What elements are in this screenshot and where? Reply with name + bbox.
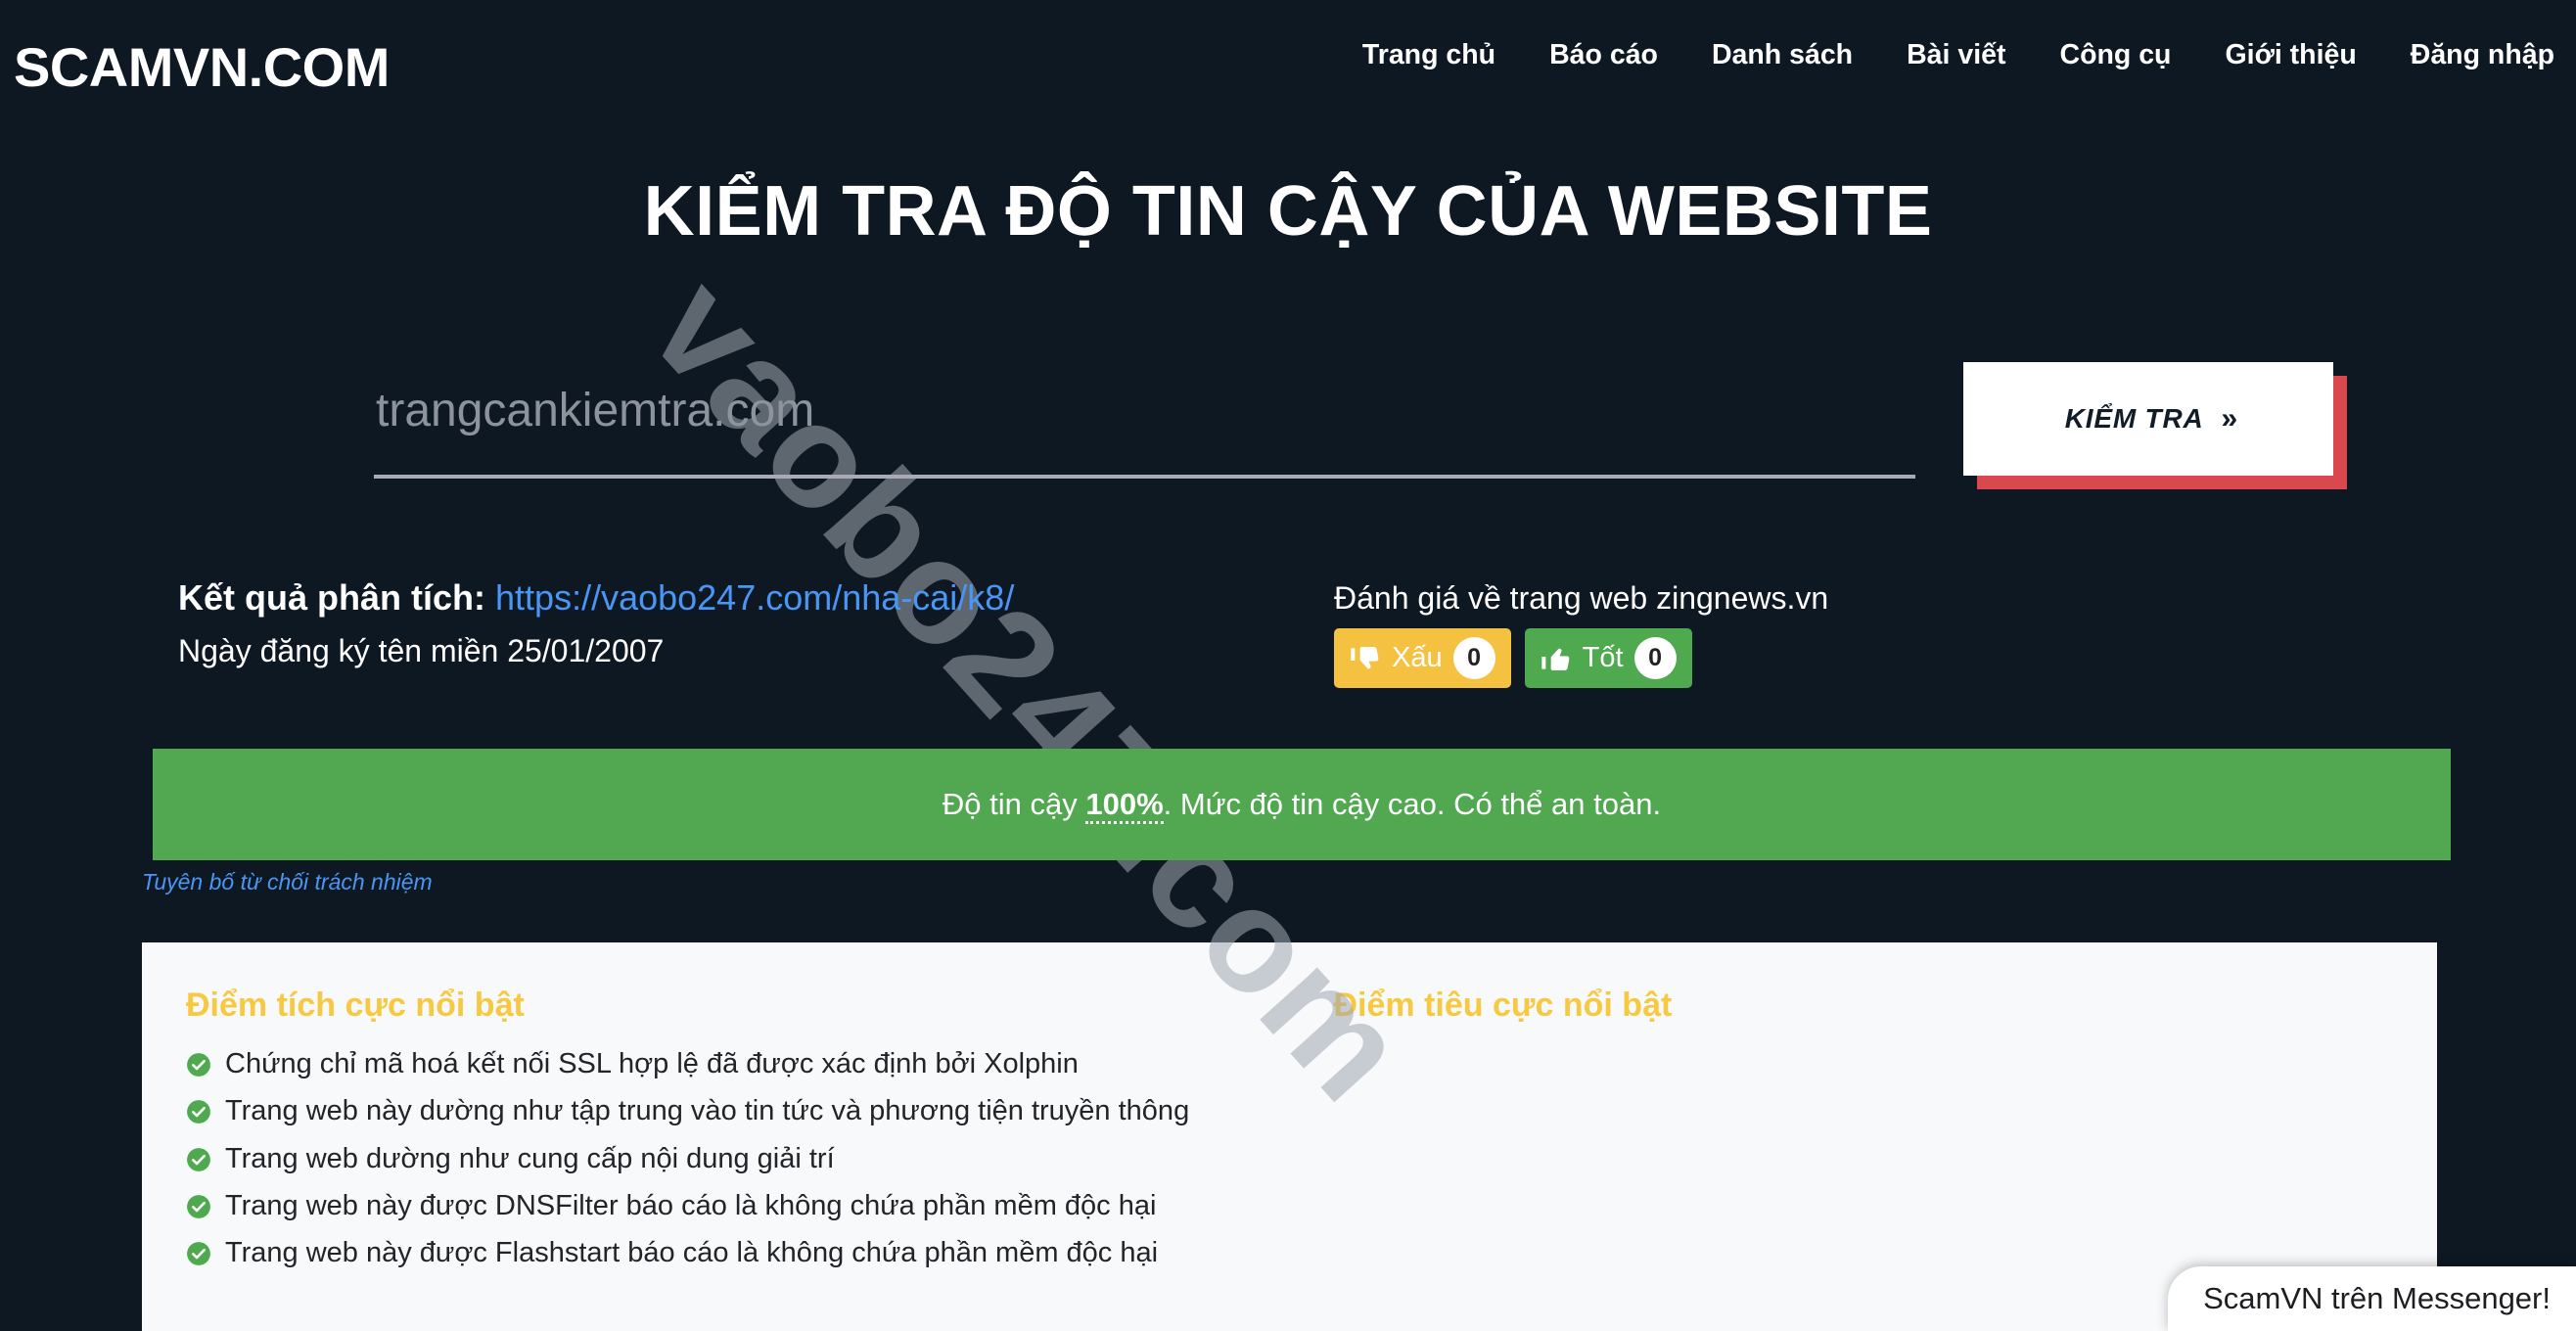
nav-item-articles[interactable]: Bài viết (1907, 39, 2005, 71)
vote-good-count: 0 (1633, 637, 1677, 679)
main-navigation: Trang chủ Báo cáo Danh sách Bài viết Côn… (1362, 39, 2554, 71)
list-item: Trang web này được Flashstart báo cáo là… (186, 1237, 1290, 1269)
list-item: Trang web này dường như tập trung vào ti… (186, 1095, 1290, 1127)
nav-item-tools[interactable]: Công cụ (2059, 39, 2171, 71)
trust-prefix: Độ tin cậy (942, 787, 1086, 821)
vote-bad-label: Xấu (1392, 642, 1443, 673)
double-chevron-right-icon: » (2221, 402, 2238, 435)
nav-item-list[interactable]: Danh sách (1712, 39, 1853, 71)
vote-good-label: Tốt (1582, 642, 1624, 673)
list-item-label: Chứng chỉ mã hoá kết nối SSL hợp lệ đã đ… (225, 1048, 1079, 1079)
positive-findings-column: Điểm tích cực nổi bật Chứng chỉ mã hoá k… (142, 942, 1290, 1331)
check-button-label: KIỂM TRA (2064, 403, 2204, 434)
negative-findings-heading: Điểm tiêu cực nổi bật (1333, 987, 1673, 1024)
nav-item-home[interactable]: Trang chủ (1362, 39, 1495, 71)
domain-registration-date: Ngày đăng ký tên miền 25/01/2007 (178, 633, 665, 668)
list-item: Trang web này được DNSFilter báo cáo là … (186, 1190, 1290, 1222)
list-item: Trang web dường như cung cấp nội dung gi… (186, 1143, 1290, 1175)
check-circle-icon (186, 1241, 211, 1266)
nav-item-about[interactable]: Giới thiệu (2225, 39, 2356, 71)
thumbs-up-icon (1541, 643, 1572, 674)
list-item: Chứng chỉ mã hoá kết nối SSL hợp lệ đã đ… (186, 1048, 1290, 1080)
positive-findings-heading: Điểm tích cực nổi bật (186, 987, 525, 1024)
nav-item-login[interactable]: Đăng nhập (2411, 39, 2554, 71)
vote-bad-count: 0 (1452, 637, 1495, 679)
analysis-line: Kết quả phân tích: https://vaobo247.com/… (178, 575, 1014, 620)
analysis-result-block: Kết quả phân tích: https://vaobo247.com/… (178, 575, 1014, 669)
list-item-label: Trang web này được Flashstart báo cáo là… (225, 1237, 1159, 1269)
trust-score-banner: Độ tin cậy 100%. Mức độ tin cậy cao. Có … (153, 749, 2451, 860)
trust-suffix: . Mức độ tin cậy cao. Có thể an toàn. (1163, 787, 1662, 821)
rating-title: Đánh giá về trang web zingnews.vn (1334, 580, 1829, 616)
vote-bad-button[interactable]: Xấu 0 (1334, 628, 1511, 688)
list-item-label: Trang web này được DNSFilter báo cáo là … (225, 1190, 1157, 1222)
site-header: SCAMVN.COM Trang chủ Báo cáo Danh sách B… (0, 0, 2576, 147)
rating-block: Đánh giá về trang web zingnews.vn Xấu 0 … (1334, 580, 1828, 688)
vote-good-button[interactable]: Tốt 0 (1524, 628, 1692, 688)
list-item-label: Trang web này dường như tập trung vào ti… (225, 1095, 1190, 1127)
trust-score-value: 100% (1085, 787, 1164, 824)
brand-logo[interactable]: SCAMVN.COM (14, 35, 390, 99)
page-title: KIỂM TRA ĐỘ TIN CẬY CỦA WEBSITE (643, 172, 1933, 251)
check-circle-icon (186, 1052, 211, 1078)
check-circle-icon (186, 1194, 211, 1219)
check-circle-icon (186, 1099, 211, 1124)
trust-text: Độ tin cậy 100%. Mức độ tin cậy cao. Có … (942, 787, 1662, 824)
search-row: KIỂM TRA » (0, 347, 2576, 514)
positive-findings-list: Chứng chỉ mã hoá kết nối SSL hợp lệ đã đ… (186, 1048, 1290, 1270)
nav-item-reports[interactable]: Báo cáo (1549, 39, 1658, 71)
list-item-label: Trang web dường như cung cấp nội dung gi… (225, 1142, 835, 1174)
thumbs-down-icon (1350, 643, 1381, 674)
analysis-label: Kết quả phân tích: (178, 577, 485, 618)
check-circle-icon (186, 1147, 211, 1172)
disclaimer-link[interactable]: Tuyên bố từ chối trách nhiệm (142, 869, 433, 895)
check-button-wrapper: KIỂM TRA » (1963, 362, 2347, 489)
findings-card: Điểm tích cực nổi bật Chứng chỉ mã hoá k… (142, 942, 2437, 1331)
messenger-widget[interactable]: ScamVN trên Messenger! (2168, 1266, 2576, 1331)
messenger-label: ScamVN trên Messenger! (2203, 1281, 2551, 1315)
url-search-input[interactable] (374, 369, 1915, 479)
analysis-url-link[interactable]: https://vaobo247.com/nha-cai/k8/ (495, 577, 1014, 618)
check-button[interactable]: KIỂM TRA » (1963, 362, 2333, 476)
rating-buttons: Xấu 0 Tốt 0 (1334, 628, 1828, 688)
